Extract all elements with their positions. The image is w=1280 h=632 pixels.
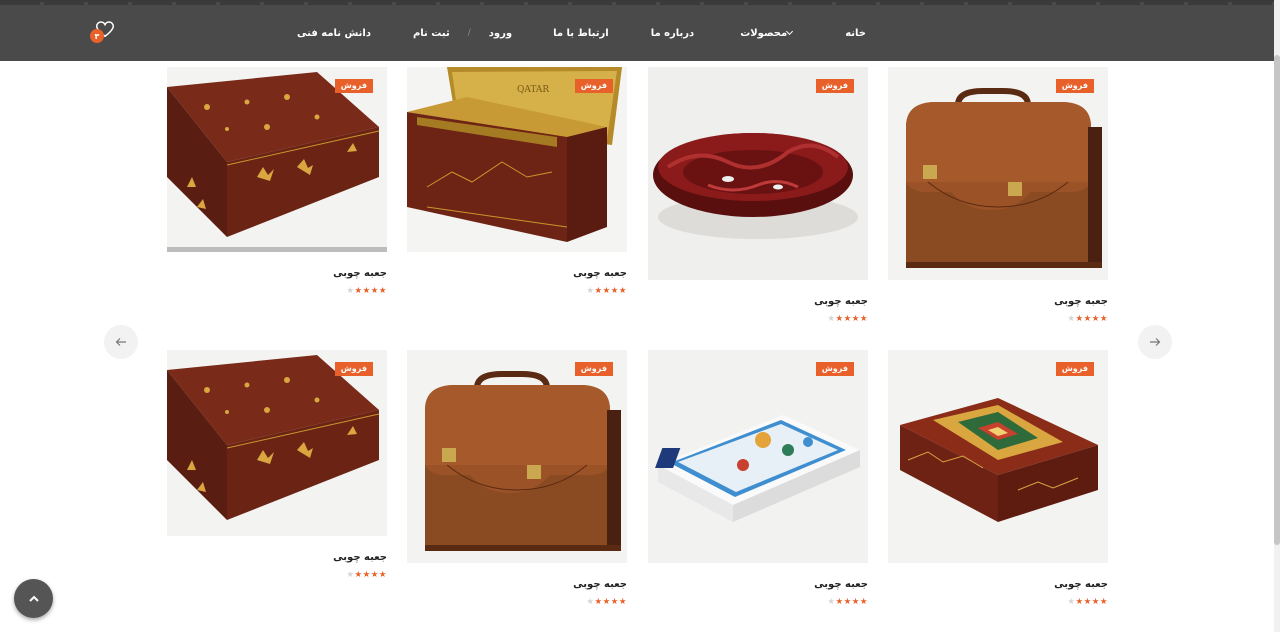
rating-stars: ★★★★★ <box>648 597 868 607</box>
chevron-down-icon <box>786 27 794 36</box>
star-empty-icon: ★ <box>1067 314 1076 324</box>
main-nav: خانه محصولات درباره ما ارتباط با ما ورود… <box>297 26 866 40</box>
product-image[interactable]: فروش <box>167 350 387 536</box>
carousel-next-button[interactable] <box>1138 325 1172 359</box>
rating-stars: ★★★★★ <box>888 597 1108 607</box>
product-image[interactable]: QATAR فروش <box>407 67 627 252</box>
product-card: فروش جعبه چوبی ★★★★★ <box>167 350 387 580</box>
painted-box-image <box>167 67 387 252</box>
rating-stars: ★★★★★ <box>648 314 868 324</box>
header-topline <box>0 2 1274 5</box>
nav-home[interactable]: خانه <box>845 28 866 39</box>
sale-badge: فروش <box>574 362 613 376</box>
nav-knowledge[interactable]: دانش نامه فنی <box>297 28 371 39</box>
star-empty-icon: ★ <box>827 597 836 607</box>
carousel-prev-button[interactable] <box>104 325 138 359</box>
star-filled-icon: ★★★★ <box>835 314 868 324</box>
star-empty-icon: ★ <box>346 570 355 580</box>
product-title[interactable]: جعبه چوبی <box>648 579 868 591</box>
red-bowl-image <box>648 67 868 280</box>
patterned-box-image <box>888 350 1108 563</box>
nav-products[interactable]: محصولات <box>740 28 797 39</box>
sale-badge: فروش <box>1055 362 1094 376</box>
svg-text:QATAR: QATAR <box>517 85 549 95</box>
sale-badge: فروش <box>574 79 613 93</box>
arrow-left-icon <box>115 338 126 346</box>
rating-stars: ★★★★★ <box>407 286 627 296</box>
rating-stars: ★★★★★ <box>888 314 1108 324</box>
product-card: فروش جعبه چوبی ★★★★★ <box>888 67 1108 324</box>
chevron-up-icon <box>28 595 39 602</box>
product-card: فروش جعبه چوبی ★★★★★ <box>648 350 868 607</box>
product-card: فروش جعبه چوبی ★★★★★ <box>167 67 387 296</box>
product-card: فروش جعبه چوبی ★★★★★ <box>648 67 868 324</box>
back-to-top-button[interactable] <box>14 579 53 618</box>
star-filled-icon: ★★★★ <box>354 286 387 296</box>
product-title[interactable]: جعبه چوبی <box>167 552 387 564</box>
product-image[interactable]: فروش <box>888 350 1108 563</box>
star-filled-icon: ★★★★ <box>1075 597 1108 607</box>
sale-badge: فروش <box>334 79 373 93</box>
page-scrollbar[interactable] <box>1274 0 1280 632</box>
star-filled-icon: ★★★★ <box>594 286 627 296</box>
nav-login[interactable]: ورود <box>489 28 512 39</box>
product-card: فروش جعبه چوبی ★★★★★ <box>888 350 1108 607</box>
product-title[interactable]: جعبه چوبی <box>407 268 627 280</box>
nav-products-label: محصولات <box>740 27 788 39</box>
star-empty-icon: ★ <box>346 286 355 296</box>
product-image[interactable]: فروش <box>167 67 387 252</box>
page: خانه محصولات درباره ما ارتباط با ما ورود… <box>0 0 1280 632</box>
product-title[interactable]: جعبه چوبی <box>407 579 627 591</box>
sale-badge: فروش <box>334 362 373 376</box>
star-filled-icon: ★★★★ <box>354 570 387 580</box>
sale-badge: فروش <box>815 362 854 376</box>
scrollbar-thumb[interactable] <box>1274 55 1280 545</box>
product-image[interactable]: فروش <box>648 67 868 280</box>
product-title[interactable]: جعبه چوبی <box>888 296 1108 308</box>
product-image[interactable]: فروش <box>888 67 1108 280</box>
rating-stars: ★★★★★ <box>167 286 387 296</box>
briefcase-image <box>407 350 627 563</box>
tile-box-image <box>648 350 868 563</box>
painted-box-image <box>167 350 387 536</box>
star-empty-icon: ★ <box>586 597 595 607</box>
briefcase-image <box>888 67 1108 280</box>
open-box-image: QATAR <box>407 67 627 252</box>
star-empty-icon: ★ <box>827 314 836 324</box>
wishlist-button[interactable]: ۳ <box>88 21 114 45</box>
arrow-right-icon <box>1150 338 1161 346</box>
product-title[interactable]: جعبه چوبی <box>888 579 1108 591</box>
rating-stars: ★★★★★ <box>167 570 387 580</box>
nav-about[interactable]: درباره ما <box>651 28 695 39</box>
product-card: QATAR فروش جعبه چوبی ★★★★★ <box>407 67 627 296</box>
star-filled-icon: ★★★★ <box>594 597 627 607</box>
wishlist-count-badge: ۳ <box>90 29 104 43</box>
star-filled-icon: ★★★★ <box>835 597 868 607</box>
sale-badge: فروش <box>1055 79 1094 93</box>
product-card: فروش جعبه چوبی ★★★★★ <box>407 350 627 607</box>
product-image[interactable]: فروش <box>648 350 868 563</box>
star-filled-icon: ★★★★ <box>1075 314 1108 324</box>
product-image[interactable]: فروش <box>407 350 627 563</box>
nav-register[interactable]: ثبت نام <box>413 28 450 39</box>
star-empty-icon: ★ <box>1067 597 1076 607</box>
product-title[interactable]: جعبه چوبی <box>167 268 387 280</box>
star-empty-icon: ★ <box>586 286 595 296</box>
nav-contact[interactable]: ارتباط با ما <box>553 28 609 39</box>
product-title[interactable]: جعبه چوبی <box>648 296 868 308</box>
sale-badge: فروش <box>815 79 854 93</box>
nav-separator: / <box>467 28 471 38</box>
site-header: خانه محصولات درباره ما ارتباط با ما ورود… <box>0 0 1274 61</box>
rating-stars: ★★★★★ <box>407 597 627 607</box>
